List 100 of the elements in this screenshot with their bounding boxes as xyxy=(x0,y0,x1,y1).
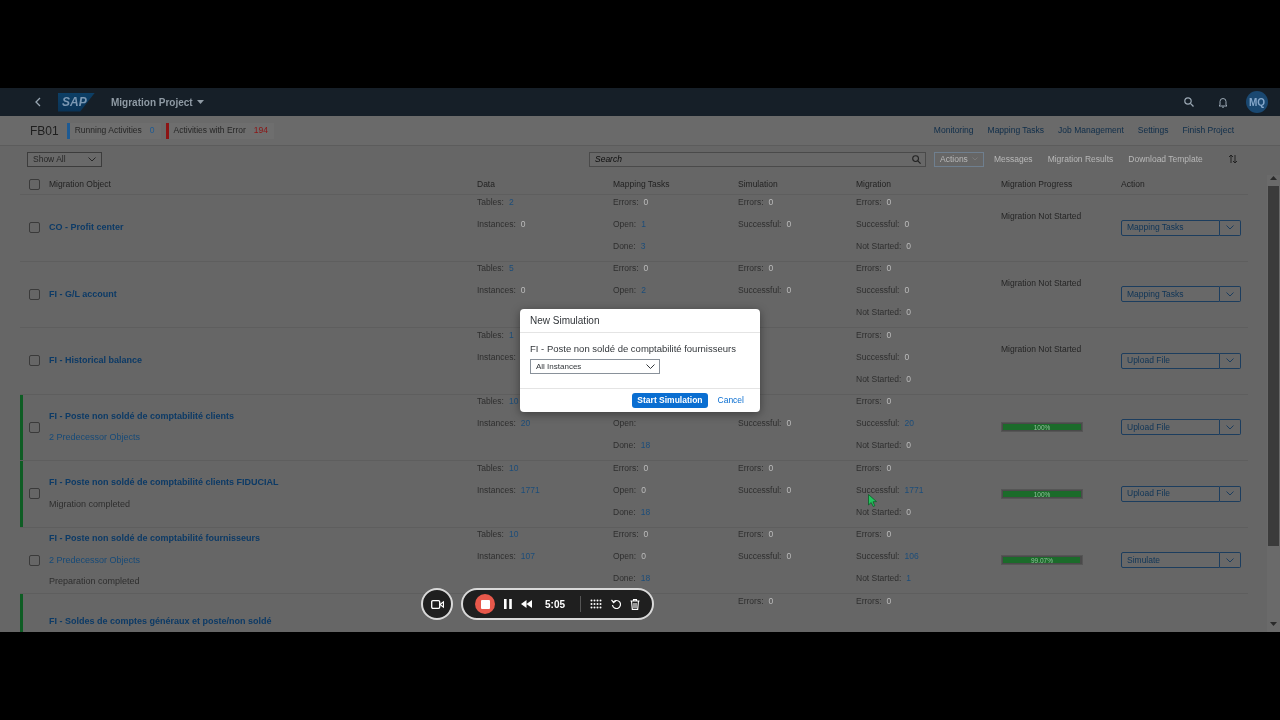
search-field[interactable]: Search xyxy=(589,151,926,167)
count-link[interactable]: 1 xyxy=(641,217,646,231)
action-button[interactable]: Mapping Tasks xyxy=(1121,219,1220,236)
column-header: Migration Progress xyxy=(1001,179,1073,190)
predecessor-link[interactable]: 2 Predecessor Objects xyxy=(49,431,141,445)
project-title: FB01 xyxy=(30,122,59,140)
pause-icon[interactable] xyxy=(504,599,512,609)
object-title-link[interactable]: FI - Poste non soldé de comptabilité fournisseurs xyxy=(49,532,261,546)
indicator-count: 0 xyxy=(149,124,155,137)
rewind-icon[interactable] xyxy=(521,600,532,608)
object-label: FI - Poste non soldé de comptabilité fournisseurs xyxy=(530,342,736,356)
dropdown-button[interactable] xyxy=(1220,219,1241,236)
count-link[interactable]: 18 xyxy=(640,505,651,519)
checkbox[interactable] xyxy=(29,355,40,367)
header-link[interactable]: Settings xyxy=(1137,124,1169,137)
count-value: 0 xyxy=(643,262,649,275)
count-link[interactable]: 107 xyxy=(520,550,535,563)
checkbox[interactable] xyxy=(29,488,40,500)
object-title-link[interactable]: FI - Poste non soldé de comptabilité clients xyxy=(49,409,235,424)
sort-icon[interactable] xyxy=(1227,154,1238,164)
action-button[interactable]: Upload File xyxy=(1121,485,1220,502)
count-link[interactable]: 106 xyxy=(904,550,919,563)
count-link[interactable]: 1 xyxy=(906,572,912,585)
count-link[interactable]: 2 xyxy=(641,284,646,297)
checkbox[interactable] xyxy=(29,288,40,300)
header-link[interactable]: Monitoring xyxy=(933,124,974,137)
instances-select[interactable]: All Instances xyxy=(530,359,660,375)
activity-indicator[interactable]: Activities with Error 194 xyxy=(165,122,274,139)
object-title-link[interactable]: FI - G/L account xyxy=(49,287,117,301)
activity-indicator[interactable]: Running Activities 0 xyxy=(66,122,161,139)
recording-time: 5:05 xyxy=(545,597,565,612)
count-value: 0 xyxy=(886,594,892,608)
dropdown-button[interactable] xyxy=(1220,352,1241,369)
progress-status: Migration Not Started xyxy=(1001,276,1082,290)
count-value: 0 xyxy=(520,284,526,297)
dropdown-button[interactable] xyxy=(1220,485,1241,502)
dropdown-button[interactable] xyxy=(1220,419,1241,436)
dropdown-button[interactable] xyxy=(1220,552,1241,569)
column-header: Migration Object xyxy=(49,179,111,190)
count-value: 0 xyxy=(768,262,774,275)
stop-button[interactable] xyxy=(475,594,495,614)
count-link[interactable]: 18 xyxy=(640,439,651,452)
object-title-link[interactable]: CO - Profit center xyxy=(49,221,124,235)
user-avatar[interactable]: MQ xyxy=(1246,91,1268,113)
checkbox[interactable] xyxy=(29,421,40,433)
count-value: 0 xyxy=(886,328,892,342)
checkbox[interactable] xyxy=(29,554,40,566)
column-header: Data xyxy=(477,179,495,190)
header-link[interactable]: Mapping Tasks xyxy=(987,124,1045,137)
column-header: Migration xyxy=(856,179,891,190)
count-link[interactable]: 10 xyxy=(508,528,519,541)
count-link[interactable]: 10 xyxy=(508,395,519,408)
action-button[interactable]: Mapping Tasks xyxy=(1121,286,1220,303)
start-button[interactable]: Start Simulation xyxy=(632,393,708,408)
action-button[interactable]: Upload File xyxy=(1121,352,1220,369)
header-link[interactable]: Finish Project xyxy=(1182,124,1234,137)
scroll-thumb[interactable] xyxy=(1268,186,1279,546)
indicator-label: Running Activities xyxy=(74,124,142,137)
checkbox[interactable] xyxy=(29,179,40,190)
count-value: 0 xyxy=(786,284,792,297)
scroll-up-icon[interactable] xyxy=(1270,176,1277,180)
trash-icon[interactable] xyxy=(630,598,640,610)
header-link[interactable]: Job Management xyxy=(1058,124,1124,137)
action-button[interactable]: Upload File xyxy=(1121,419,1220,436)
count-link[interactable]: 2 xyxy=(508,195,514,209)
count-value: 0 xyxy=(643,461,649,475)
count-value: 0 xyxy=(886,528,892,541)
count-link[interactable]: 1771 xyxy=(520,483,540,497)
predecessor-link[interactable]: 2 Predecessor Objects xyxy=(49,553,141,567)
count-link[interactable]: 20 xyxy=(520,417,531,430)
count-link[interactable]: 5 xyxy=(508,262,514,275)
dropdown-button[interactable] xyxy=(1220,286,1241,303)
object-title-link[interactable]: FI - Soldes de comptes généraux et poste/non soldé xyxy=(49,615,272,629)
back-icon[interactable] xyxy=(34,97,42,107)
project-menu[interactable]: Migration Project xyxy=(111,94,204,110)
count-link[interactable]: 3 xyxy=(640,239,646,253)
cancel-button[interactable]: Cancel xyxy=(711,393,750,408)
chevron-down-icon xyxy=(1226,424,1234,430)
bell-icon[interactable] xyxy=(1218,96,1228,108)
scroll-down-icon[interactable] xyxy=(1270,622,1277,626)
object-title-link[interactable]: FI - Poste non soldé de comptabilité clients FIDUCIAL xyxy=(49,476,279,490)
scrollbar[interactable] xyxy=(1267,175,1280,632)
count-link[interactable]: 10 xyxy=(508,461,519,475)
progress-status: Migration Not Started xyxy=(1001,210,1082,224)
cursor-icon xyxy=(868,494,877,507)
undo-icon[interactable] xyxy=(611,599,621,609)
action-button[interactable]: Simulate xyxy=(1121,552,1220,569)
count-link[interactable]: 1 xyxy=(508,328,514,342)
logo: SAP xyxy=(58,92,95,112)
count-value: 0 xyxy=(786,417,792,430)
checkbox[interactable] xyxy=(29,222,40,234)
count-value: 0 xyxy=(886,461,892,475)
object-title-link[interactable]: FI - Historical balance xyxy=(49,354,143,368)
grid-icon[interactable] xyxy=(590,599,602,609)
search-icon[interactable] xyxy=(1184,97,1194,107)
count-link[interactable]: 1771 xyxy=(904,483,924,497)
chevron-down-icon xyxy=(646,364,655,370)
count-link[interactable]: 20 xyxy=(904,417,914,430)
count-link[interactable]: 18 xyxy=(640,572,651,585)
count-value: 0 xyxy=(786,483,792,497)
